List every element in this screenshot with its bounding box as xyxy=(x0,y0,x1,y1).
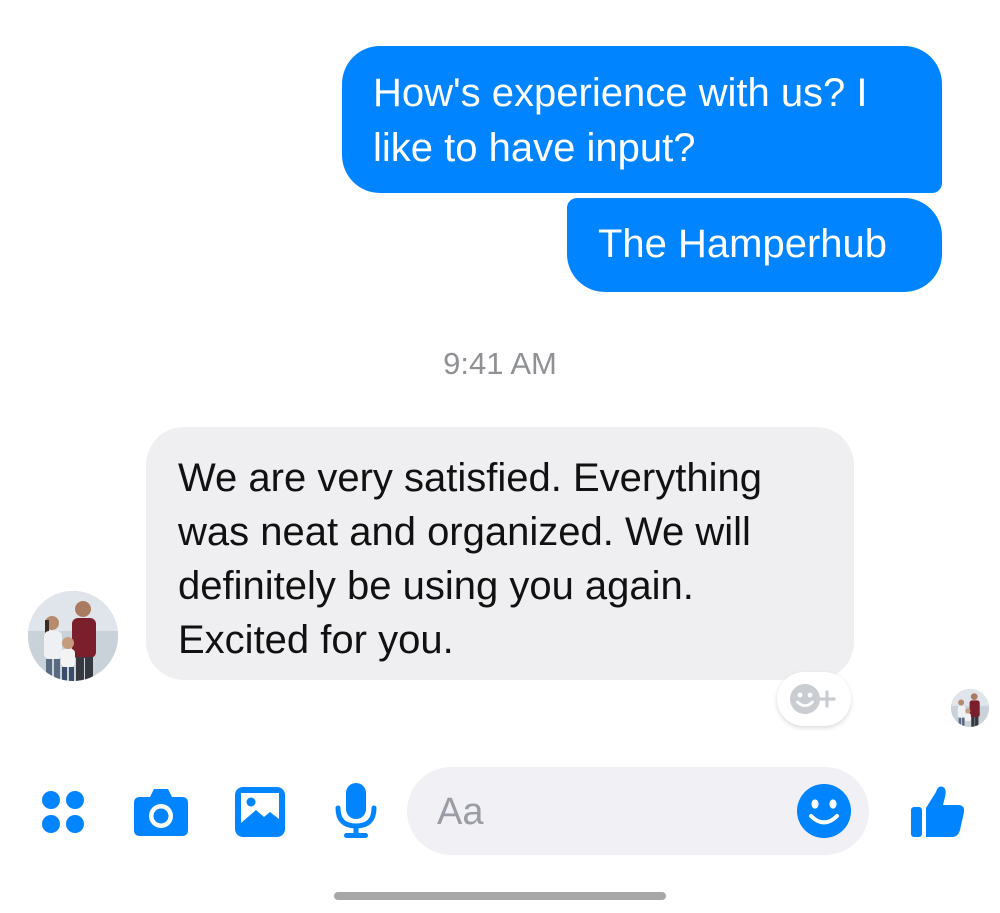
gallery-icon xyxy=(235,787,285,837)
message-composer[interactable] xyxy=(407,767,869,855)
home-indicator xyxy=(334,892,666,900)
camera-icon xyxy=(134,789,188,836)
seen-avatar xyxy=(951,689,989,727)
emoji-button[interactable] xyxy=(794,781,854,841)
add-reaction-button[interactable] xyxy=(777,672,851,726)
outgoing-message[interactable]: The Hamperhub xyxy=(567,198,942,292)
sender-avatar[interactable] xyxy=(28,591,118,681)
message-text: The Hamperhub xyxy=(598,222,888,266)
message-text: We are very satisfied. Everything was ne… xyxy=(178,456,762,662)
incoming-message[interactable]: We are very satisfied. Everything was ne… xyxy=(146,427,854,680)
apps-button[interactable] xyxy=(40,789,86,835)
emoji-icon xyxy=(797,784,851,838)
message-timestamp: 9:41 AM xyxy=(443,346,557,381)
apps-icon xyxy=(42,791,84,833)
gallery-button[interactable] xyxy=(234,786,286,838)
microphone-icon xyxy=(335,783,377,838)
message-text: How's experience with us? I like to have… xyxy=(373,71,868,170)
message-input[interactable] xyxy=(435,783,799,841)
camera-button[interactable] xyxy=(132,786,190,838)
voice-button[interactable] xyxy=(334,782,378,840)
avatar-photo xyxy=(28,591,118,681)
outgoing-message[interactable]: How's experience with us? I like to have… xyxy=(342,46,942,193)
like-button[interactable] xyxy=(910,783,966,839)
avatar-photo xyxy=(951,689,989,727)
add-reaction-icon xyxy=(790,684,836,714)
thumbs-up-icon xyxy=(911,786,965,837)
